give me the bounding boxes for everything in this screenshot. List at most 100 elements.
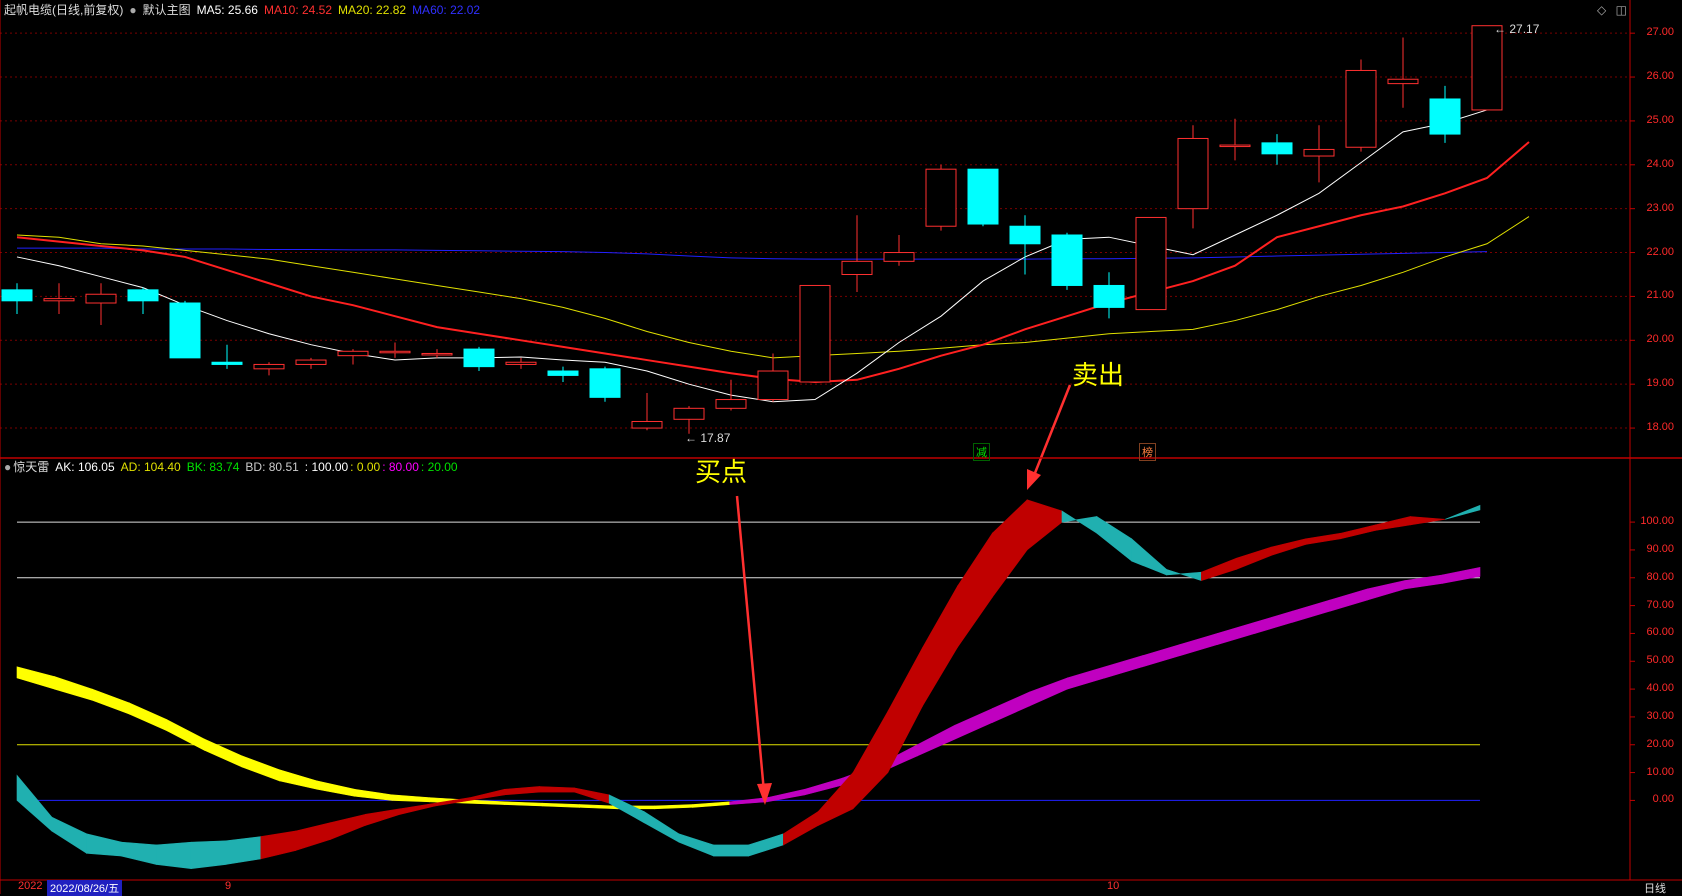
slow-ribbon-segment <box>992 691 1031 723</box>
indicator-tick-label: 70.00 <box>1646 598 1674 611</box>
fast-ribbon-segment <box>1096 515 1132 562</box>
price-tick-label: 25.00 <box>1646 113 1674 126</box>
candle <box>1009 215 1041 275</box>
ad-value: AD: 104.40 <box>120 460 181 474</box>
ma20-value: MA20: 22.82 <box>338 3 407 17</box>
fast-ribbon-segment <box>51 816 87 854</box>
fast-ribbon-segment <box>922 584 958 707</box>
price-tick-label: 20.00 <box>1646 333 1674 346</box>
fast-ribbon-segment <box>86 833 122 857</box>
slow-ribbon-segment <box>54 676 93 701</box>
restore-icon[interactable]: ◫ <box>1616 3 1627 17</box>
fast-ribbon-segment <box>713 844 749 857</box>
candle <box>1345 59 1377 152</box>
indicator-ribbons <box>16 499 1481 869</box>
candle-body <box>1 289 33 302</box>
sell-point-label: 卖出 <box>1072 361 1125 391</box>
candle <box>1429 85 1461 143</box>
price-tick-label: 22.00 <box>1646 245 1674 258</box>
fast-ribbon-segment <box>992 499 1028 599</box>
candle <box>1303 125 1335 183</box>
indicator-tick-label: 60.00 <box>1646 626 1674 639</box>
ak-value: AK: 106.05 <box>55 460 115 474</box>
fast-ribbon-segment <box>260 830 296 860</box>
fast-ribbon-segment <box>156 841 192 869</box>
candle <box>547 366 579 382</box>
candle-body <box>1051 234 1083 286</box>
bk-value: BK: 83.74 <box>186 460 240 474</box>
window-controls: ◇ ◫ <box>1597 3 1627 17</box>
candle-body <box>463 348 495 368</box>
candle <box>1261 134 1293 165</box>
event-tag-list[interactable]: 榜 <box>1139 443 1156 461</box>
candle-body <box>1177 137 1209 210</box>
candle <box>1093 272 1125 319</box>
slow-ribbon-segment <box>504 801 543 807</box>
candle-body <box>1387 78 1419 85</box>
chart-canvas[interactable] <box>0 0 1682 894</box>
sell-arrow-shaft <box>1031 384 1072 479</box>
candle <box>631 392 663 431</box>
year-label: 2022 <box>18 880 43 892</box>
slow-ribbon-segment <box>279 769 318 790</box>
candle <box>1051 232 1083 290</box>
stock-name[interactable]: 起帆电缆(日线,前复权) <box>4 3 123 17</box>
candle-body <box>421 352 453 356</box>
template-dot-icon[interactable]: ● <box>129 3 136 17</box>
ma5-value: MA5: 25.66 <box>196 3 258 17</box>
event-tag-reduce[interactable]: 减 <box>973 443 990 461</box>
fast-ribbon-segment <box>957 532 993 649</box>
buy-arrow-shaft <box>735 495 766 793</box>
candle <box>127 287 159 314</box>
candle-body <box>211 361 243 365</box>
diamond-icon[interactable]: ◇ <box>1597 3 1606 17</box>
fast-ribbon-segment <box>1375 516 1411 531</box>
candle-body <box>925 168 957 227</box>
candle-body <box>589 368 621 398</box>
high-price-value: 27.17 <box>1509 22 1540 36</box>
fast-ribbon-segment <box>1201 557 1237 581</box>
indicator-tick-label: 80.00 <box>1646 570 1674 583</box>
ma60-value: MA60: 22.02 <box>412 3 481 17</box>
candle-body <box>253 363 285 370</box>
fast-ribbon-segment <box>1410 516 1446 526</box>
fast-ribbon-segment <box>1445 504 1481 520</box>
fast-ribbon-segment <box>783 811 819 846</box>
slow-ribbon-segment <box>729 797 768 805</box>
slow-ribbon-segment <box>16 666 55 690</box>
line80-value: : 80.00 <box>382 460 419 474</box>
template-name[interactable]: 默认主图 <box>143 3 191 17</box>
price-tick-label: 21.00 <box>1646 289 1674 302</box>
candle-body <box>1429 98 1461 135</box>
month-10-label: 10 <box>1107 880 1120 892</box>
slow-ribbon-segment <box>1179 633 1218 657</box>
ma10-value: MA10: 24.52 <box>263 3 333 17</box>
candle <box>1219 118 1251 161</box>
slow-ribbon-segment <box>917 724 956 757</box>
indicator-panel-grid <box>17 521 1635 801</box>
indicator-name[interactable]: 惊天雷 <box>13 460 49 474</box>
slow-ribbon-segment <box>91 688 130 715</box>
fast-ribbon-segment <box>1340 524 1376 540</box>
slow-ribbon-segment <box>691 801 731 808</box>
price-tick-label: 19.00 <box>1646 377 1674 390</box>
slow-ribbon-segment <box>241 755 280 782</box>
indicator-dot-icon[interactable]: ● <box>4 460 11 474</box>
ma10-line <box>16 141 1530 383</box>
indicator-tick-label: 40.00 <box>1646 682 1674 695</box>
fast-ribbon-segment <box>225 836 262 865</box>
candle-body <box>1135 216 1167 311</box>
low-price-label: ← 17.87 <box>685 431 731 445</box>
candle-body <box>1471 25 1503 111</box>
fast-ribbon-segment <box>399 802 436 815</box>
slow-ribbon-segment <box>316 780 355 797</box>
fast-ribbon-segment <box>1026 499 1063 551</box>
fast-ribbon-segment <box>748 833 784 857</box>
fast-ribbon-segment <box>469 788 505 801</box>
high-price-label: ← 27.17 <box>1494 22 1540 36</box>
fast-ribbon-segment <box>190 840 227 869</box>
slow-ribbon-segment <box>391 794 430 803</box>
line0-value: : 0.00 <box>350 460 381 474</box>
fast-ribbon-segment <box>643 811 680 843</box>
candle <box>505 357 537 369</box>
